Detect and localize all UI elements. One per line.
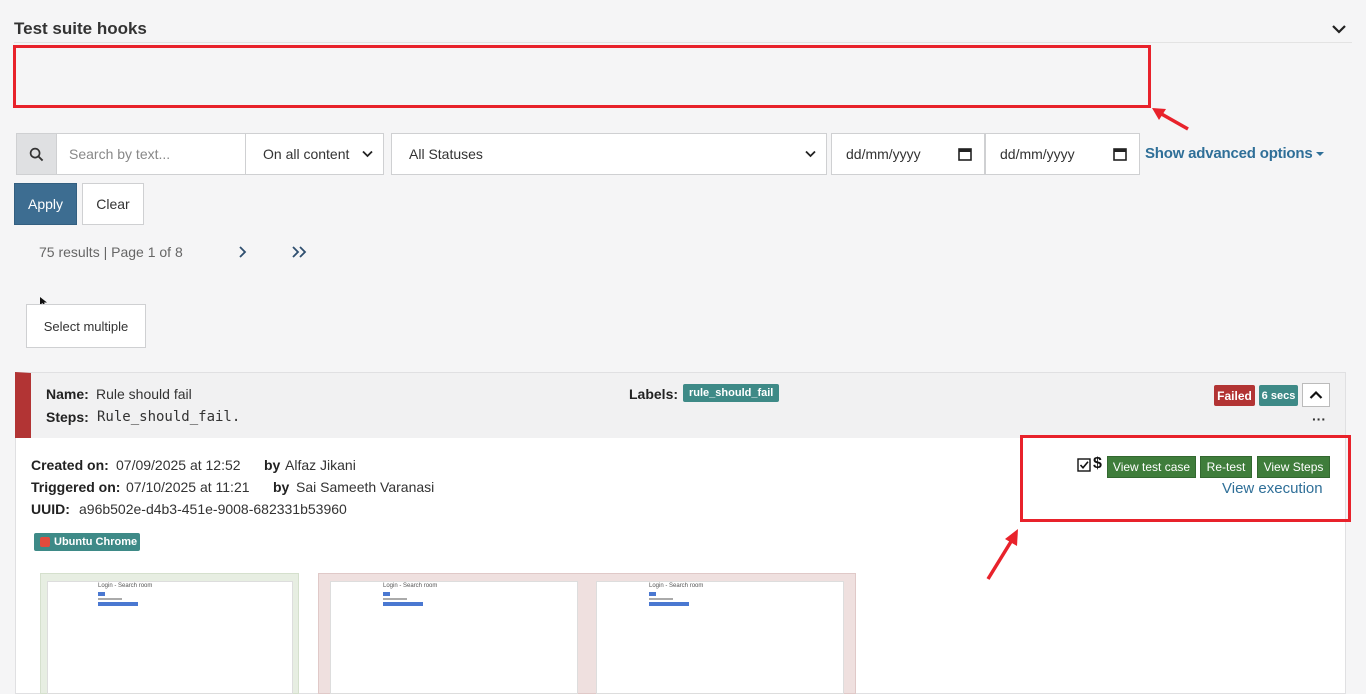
annotation-arrow-icon (1152, 108, 1189, 131)
created-by-label: by (264, 457, 281, 473)
triggered-by-value: Sai Sameeth Varanasi (296, 479, 435, 495)
created-by-value: Alfaz Jikani (285, 457, 356, 473)
search-icon (29, 147, 44, 161)
chevron-up-icon (1309, 390, 1323, 399)
search-addon (16, 133, 57, 175)
uuid-label: UUID: (31, 501, 70, 517)
annotation-box-hooks (13, 45, 1151, 108)
screenshot-thumbnail[interactable]: Login - Search room (596, 581, 844, 694)
created-on-value: 07/09/2025 at 12:52 (116, 457, 241, 473)
created-on-label: Created on: (31, 457, 109, 473)
date-to-placeholder: dd/mm/yyyy (1000, 146, 1075, 162)
screenshot-mini-text (649, 598, 673, 600)
clear-button[interactable]: Clear (82, 183, 144, 225)
test-case-steps: Rule_should_fail. (97, 409, 241, 425)
date-from-input[interactable]: dd/mm/yyyy (831, 133, 985, 175)
screenshot-title: Login - Search room (383, 583, 438, 589)
collapse-button[interactable] (1302, 383, 1330, 407)
select-multiple-button[interactable]: Select multiple (26, 304, 146, 348)
duration-badge: 6 secs (1259, 385, 1298, 406)
show-advanced-options-label: Show advanced options (1145, 145, 1313, 162)
environment-badge: Ubuntu Chrome (34, 533, 140, 551)
status-value: All Statuses (409, 146, 483, 162)
labels-label: Labels: (629, 386, 679, 402)
screenshot-title: Login - Search room (649, 583, 704, 589)
search-placeholder: Search by text... (69, 146, 171, 162)
name-label: Name: (46, 386, 89, 402)
screenshot-mini-button (98, 602, 138, 606)
test-case-header[interactable] (15, 372, 1346, 439)
annotation-box-actions (1020, 435, 1351, 522)
chevron-down-icon[interactable] (1330, 20, 1348, 38)
date-from-placeholder: dd/mm/yyyy (846, 146, 921, 162)
environment-label: Ubuntu Chrome (54, 536, 138, 548)
screenshot-mini-button (649, 602, 689, 606)
content-scope-select[interactable]: On all content (245, 133, 384, 175)
screenshot-title: Login - Search room (98, 583, 153, 589)
calendar-icon[interactable] (1113, 147, 1127, 161)
uuid-value: a96b502e-d4b3-451e-9008-682331b53960 (79, 501, 347, 517)
chevron-down-icon (362, 150, 373, 158)
triggered-on-value: 07/10/2025 at 11:21 (126, 479, 250, 495)
label-tag[interactable]: rule_should_fail (683, 384, 780, 402)
triggered-on-label: Triggered on: (31, 479, 121, 495)
chevron-down-icon (805, 150, 816, 158)
screenshot-mini-text (98, 598, 122, 600)
screenshot-mini-button (383, 592, 390, 596)
content-scope-value: On all content (263, 146, 350, 162)
screenshot-thumbnail[interactable]: Login - Search room (47, 581, 293, 694)
triggered-by-label: by (273, 479, 290, 495)
test-case-name: Rule should fail (96, 386, 192, 402)
date-to-input[interactable]: dd/mm/yyyy (985, 133, 1140, 175)
calendar-icon[interactable] (958, 147, 972, 161)
annotation-arrow-icon (986, 529, 1018, 580)
hooks-section-title: Test suite hooks (14, 19, 147, 38)
status-select[interactable]: All Statuses (391, 133, 827, 175)
show-advanced-options-link[interactable]: Show advanced options (1145, 145, 1324, 162)
divider (14, 42, 1352, 43)
screenshot-thumbnail[interactable]: Login - Search room (330, 581, 578, 694)
apply-button[interactable]: Apply (14, 183, 77, 225)
screenshot-mini-button (383, 602, 423, 606)
last-page-icon[interactable] (290, 244, 310, 260)
status-badge: Failed (1214, 385, 1255, 406)
search-input[interactable]: Search by text... (56, 133, 246, 175)
screenshot-mini-button (649, 592, 656, 596)
next-page-icon[interactable] (236, 244, 250, 260)
caret-down-icon (1315, 152, 1324, 157)
more-options-icon[interactable]: ··· (1312, 411, 1326, 427)
browser-icon (40, 537, 50, 547)
results-summary: 75 results | Page 1 of 8 (39, 244, 183, 260)
screenshot-mini-button (98, 592, 105, 596)
screenshot-mini-text (383, 598, 407, 600)
steps-label: Steps: (46, 409, 89, 425)
